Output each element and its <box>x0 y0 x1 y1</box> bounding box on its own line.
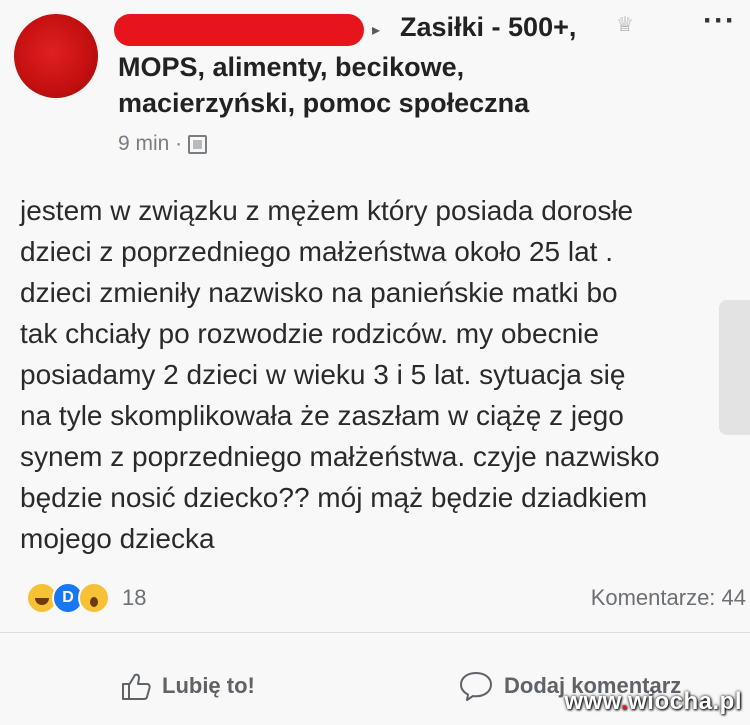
reaction-count: 18 <box>122 585 147 610</box>
post-line: synem z poprzedniego małżeństwa. czyje n… <box>20 441 660 472</box>
scroll-edge <box>719 300 750 435</box>
avatar[interactable] <box>14 14 98 98</box>
post-timestamp[interactable]: 9 min · <box>118 132 182 156</box>
post-line: jestem w związku z mężem który posiada d… <box>20 195 634 226</box>
group-name-line-1[interactable]: Zasiłki - 500+, <box>400 12 576 43</box>
comment-bubble-icon <box>460 672 492 701</box>
thumbs-up-icon <box>122 673 151 700</box>
audience-icon <box>188 134 208 154</box>
post-line: tak chciały po rozwodzie rodziców. my ob… <box>20 318 599 349</box>
post-line: będzie nosić dziecko?? mój mąż będzie dz… <box>20 482 648 513</box>
facebook-post-card: ▸ Zasiłki - 500+, ♕ ··· MOPS, alimenty, … <box>0 0 750 725</box>
post-line: na tyle skomplikowała że zaszłam w ciążę… <box>20 400 624 431</box>
group-name-line-3[interactable]: macierzyński, pomoc społeczna <box>118 88 529 119</box>
post-line: posiadamy 2 dzieci w wieku 3 i 5 lat. sy… <box>20 359 626 390</box>
divider <box>0 632 750 633</box>
arrow-right-icon: ▸ <box>372 22 381 39</box>
post-line: dzieci z poprzedniego małżeństwa około 2… <box>20 236 614 267</box>
more-options-icon[interactable]: ··· <box>703 4 736 38</box>
post-line: mojego dziecka <box>20 523 215 554</box>
post-line: dzieci zmieniły nazwisko na panieńskie m… <box>20 277 618 308</box>
wow-reaction-icon <box>78 582 110 614</box>
post-body: jestem w związku z mężem który posiada d… <box>20 190 735 559</box>
like-label: Lubię to! <box>162 673 255 698</box>
like-button[interactable]: Lubię to! <box>120 670 255 702</box>
crown-icon: ♕ <box>616 14 634 36</box>
watermark-prefix: www <box>564 688 621 715</box>
author-name-redacted <box>114 14 364 46</box>
post-meta: 9 min · <box>118 132 208 156</box>
watermark-domain: wiocha.pl <box>628 688 742 715</box>
reactions-summary[interactable]: D 18 <box>26 582 146 614</box>
comments-count[interactable]: Komentarze: 44 <box>591 585 746 611</box>
group-name-line-2[interactable]: MOPS, alimenty, becikowe, <box>118 52 464 83</box>
watermark: www.wiocha.pl <box>564 688 742 716</box>
